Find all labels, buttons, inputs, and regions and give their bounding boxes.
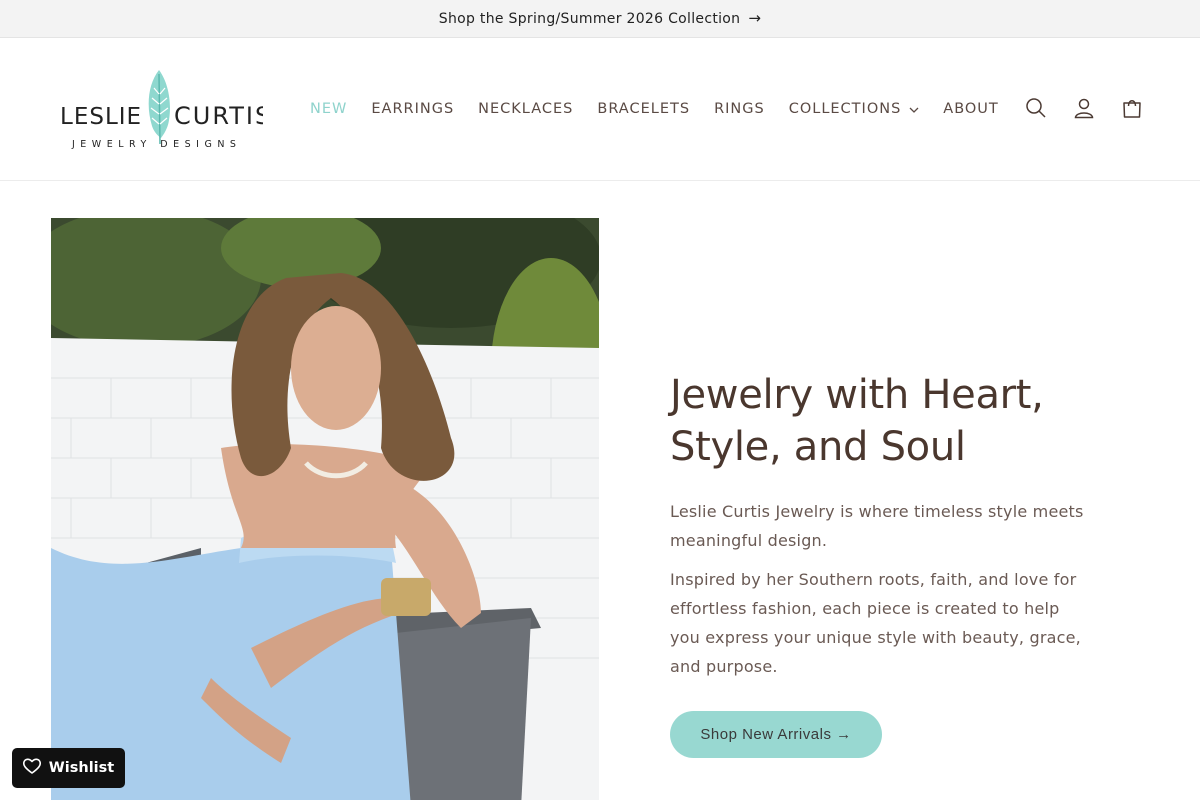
- nav-label: COLLECTIONS: [788, 101, 902, 117]
- announcement-bar[interactable]: Shop the Spring/Summer 2026 Collection →: [0, 0, 1200, 38]
- chevron-down-icon: [909, 101, 919, 117]
- wishlist-button[interactable]: Wishlist: [12, 748, 125, 788]
- nav-item-new[interactable]: NEW: [298, 101, 359, 117]
- arrow-right-icon: →: [748, 9, 762, 27]
- nav-label: RINGS: [714, 101, 765, 117]
- nav-item-collections[interactable]: COLLECTIONS: [777, 101, 932, 117]
- hero-text: Jewelry with Heart, Style, and Soul Lesl…: [670, 369, 1090, 758]
- heart-icon: [22, 758, 41, 778]
- header-icons: [1014, 86, 1154, 130]
- wishlist-label: Wishlist: [48, 760, 115, 776]
- nav-item-necklaces[interactable]: NECKLACES: [466, 101, 585, 117]
- account-icon[interactable]: [1062, 86, 1106, 130]
- hero-title: Jewelry with Heart, Style, and Soul: [670, 372, 1044, 470]
- nav-label: ABOUT: [943, 101, 999, 117]
- site-header: LESLIE CURTIS JEWELRY DESIGNS NEW EARRIN…: [0, 38, 1200, 181]
- announcement-text: Shop the Spring/Summer 2026 Collection: [438, 10, 741, 27]
- logo-name-right: CURTIS: [174, 102, 263, 130]
- logo-name-left: LESLIE: [60, 104, 142, 130]
- search-icon[interactable]: [1014, 86, 1058, 130]
- main-nav: NEW EARRINGS NECKLACES BRACELETS RINGS C…: [298, 97, 1011, 121]
- hero-image: [51, 218, 599, 800]
- hero-paragraph-1: Leslie Curtis Jewelry is where timeless …: [670, 502, 1084, 550]
- nav-label: EARRINGS: [371, 101, 455, 117]
- hero-paragraph-2: Inspired by her Southern roots, faith, a…: [670, 570, 1081, 676]
- nav-label: NECKLACES: [478, 101, 574, 117]
- nav-label: BRACELETS: [597, 101, 691, 117]
- nav-label: NEW: [310, 101, 348, 117]
- hero-section: Jewelry with Heart, Style, and Soul Lesl…: [0, 181, 1200, 800]
- shop-new-arrivals-button[interactable]: Shop New Arrivals →: [670, 711, 882, 758]
- site-logo[interactable]: LESLIE CURTIS JEWELRY DESIGNS: [58, 68, 263, 150]
- cart-icon[interactable]: [1110, 86, 1154, 130]
- nav-item-bracelets[interactable]: BRACELETS: [585, 101, 702, 117]
- feather-icon: [148, 70, 170, 145]
- nav-item-about[interactable]: ABOUT: [931, 101, 1011, 117]
- logo-tagline: JEWELRY DESIGNS: [71, 139, 241, 150]
- nav-item-earrings[interactable]: EARRINGS: [359, 101, 466, 117]
- nav-item-rings[interactable]: RINGS: [702, 101, 777, 117]
